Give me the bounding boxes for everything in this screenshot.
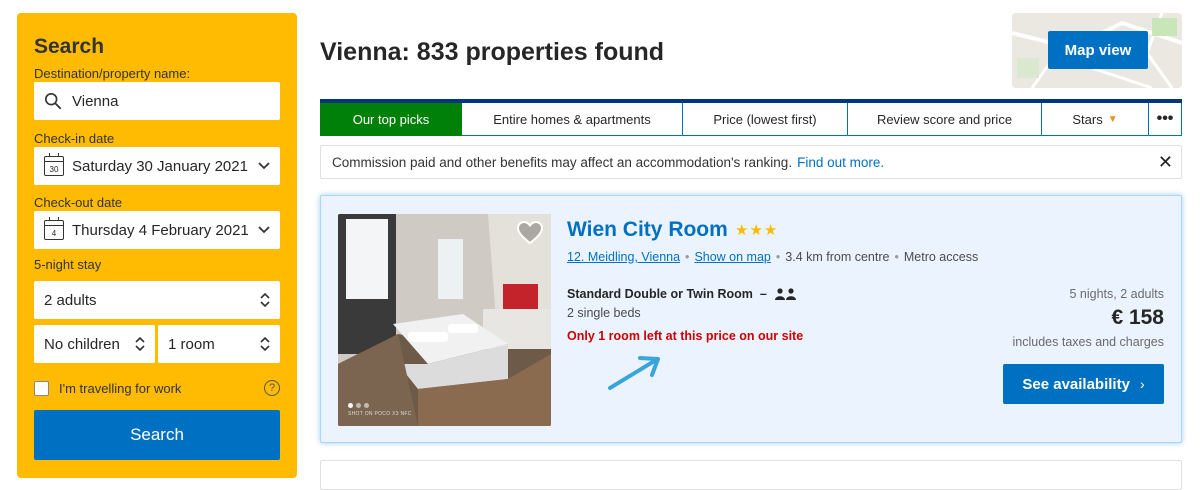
two-people-icon (774, 288, 796, 300)
stay-summary: 5 nights, 2 adults (1069, 287, 1164, 301)
room-photo-image (338, 214, 551, 426)
rooms-select[interactable]: 1 room (158, 325, 280, 363)
chevron-down-icon (258, 159, 270, 173)
transport-text: Metro access (903, 250, 979, 264)
destination-label: Destination/property name: (34, 66, 191, 81)
adults-value: 2 adults (44, 291, 97, 309)
stay-length-label: 5-night stay (34, 257, 102, 272)
search-title: Search (34, 35, 105, 58)
up-down-arrows-icon (260, 337, 270, 351)
show-on-map-link[interactable]: Show on map (694, 250, 770, 264)
rooms-value: 1 room (168, 335, 215, 353)
find-out-more-link[interactable]: Find out more. (797, 155, 884, 170)
property-card: SHOT ON POCO X3 NFC Wien City Room ★★★ 1… (320, 195, 1182, 443)
destination-value: Vienna (72, 92, 119, 110)
sort-tabs: Our top picks Entire homes & apartments … (320, 99, 1182, 136)
checkin-field[interactable]: 30 Saturday 30 January 2021 (34, 147, 280, 185)
help-icon[interactable]: ? (264, 380, 280, 396)
checkout-field[interactable]: 4 Thursday 4 February 2021 (34, 211, 280, 249)
adults-select[interactable]: 2 adults (34, 281, 280, 319)
location-row: 12. Meidling, Vienna • Show on map • 3.4… (567, 250, 978, 264)
chevron-down-icon (258, 223, 270, 237)
separator-dot: • (894, 250, 899, 264)
calendar-icon: 30 (44, 153, 64, 176)
property-photo[interactable]: SHOT ON POCO X3 NFC (338, 214, 551, 426)
tab-stars[interactable]: Stars ▼ (1042, 103, 1149, 136)
checkout-label: Check-out date (34, 195, 123, 210)
map-thumbnail[interactable]: Map view (1012, 13, 1182, 88)
caret-down-icon: ▼ (1107, 113, 1118, 125)
destination-input[interactable]: Vienna (34, 82, 280, 120)
calendar-icon: 4 (44, 217, 64, 240)
notice-text: Commission paid and other benefits may a… (332, 154, 793, 170)
property-name[interactable]: Wien City Room (567, 218, 728, 242)
more-icon: ••• (1156, 110, 1174, 127)
tab-price-lowest[interactable]: Price (lowest first) (683, 103, 848, 136)
tab-stars-label: Stars (1072, 111, 1103, 127)
map-view-button[interactable]: Map view (1048, 31, 1148, 69)
district-link[interactable]: 12. Meidling, Vienna (567, 250, 680, 264)
work-travel-row: I'm travelling for work ? (34, 378, 280, 398)
children-select[interactable]: No children (34, 325, 155, 363)
work-travel-label[interactable]: I'm travelling for work (59, 381, 181, 396)
tab-review-score-price[interactable]: Review score and price (848, 103, 1042, 136)
separator-dot: • (775, 250, 781, 264)
distance-text: 3.4 km from centre (785, 250, 890, 264)
price: € 158 (1111, 306, 1164, 329)
see-availability-label: See availability (1022, 375, 1130, 393)
room-dash: – (759, 287, 767, 301)
work-travel-checkbox[interactable] (34, 380, 49, 396)
taxes-note: includes taxes and charges (1012, 335, 1164, 349)
ranking-notice: Commission paid and other benefits may a… (320, 145, 1182, 179)
room-name: Standard Double or Twin Room – (567, 287, 797, 301)
next-property-card (320, 460, 1182, 490)
photo-pager (348, 403, 369, 408)
checkout-value: Thursday 4 February 2021 (72, 221, 249, 239)
tab-entire-homes[interactable]: Entire homes & apartments (462, 103, 683, 136)
tab-more[interactable]: ••• (1149, 103, 1182, 136)
room-type: Standard Double or Twin Room (567, 287, 753, 301)
tab-top-picks[interactable]: Our top picks (320, 103, 462, 136)
checkin-label: Check-in date (34, 131, 115, 146)
annotation-arrow-icon (608, 356, 660, 390)
up-down-arrows-icon (135, 337, 145, 351)
page-title: Vienna: 833 properties found (320, 38, 665, 66)
search-icon (44, 92, 62, 110)
search-panel: Search Destination/property name: Vienna… (17, 13, 297, 478)
close-icon[interactable]: ✕ (1158, 152, 1173, 173)
up-down-arrows-icon (260, 293, 270, 307)
star-rating: ★★★ (735, 222, 779, 239)
search-button[interactable]: Search (34, 410, 280, 460)
heart-icon[interactable] (517, 221, 543, 245)
bed-info: 2 single beds (567, 306, 641, 320)
see-availability-button[interactable]: See availability › (1003, 364, 1164, 404)
chevron-right-icon: › (1139, 376, 1145, 392)
scarcity-message: Only 1 room left at this price on our si… (567, 329, 804, 343)
children-value: No children (44, 335, 120, 353)
photo-caption: SHOT ON POCO X3 NFC (348, 411, 412, 417)
separator-dot: • (685, 250, 690, 264)
checkin-value: Saturday 30 January 2021 (72, 157, 248, 175)
